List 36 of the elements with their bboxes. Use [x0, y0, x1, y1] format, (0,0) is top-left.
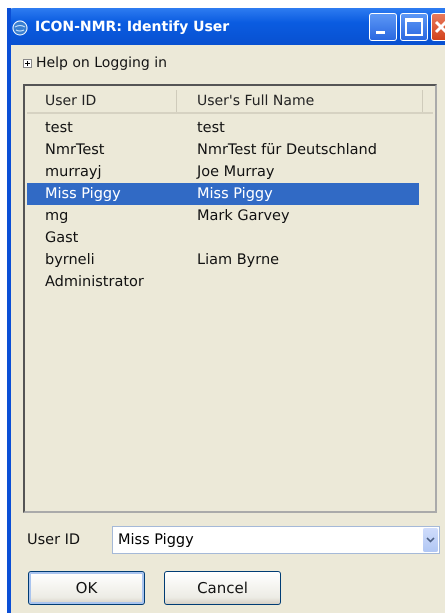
minimize-button[interactable]	[369, 12, 397, 40]
full-name-cell-text: NmrTest für Deutschland	[196, 142, 377, 158]
user-id-cell-text: byrneli	[44, 252, 96, 268]
user-row[interactable]: Miss Piggy Miss Piggy	[27, 183, 419, 205]
user-id-cell-text: mg	[44, 208, 70, 224]
expand-icon[interactable]	[23, 58, 32, 68]
user-id-cell-text: test	[44, 120, 74, 136]
user-id-cell-text: NmrTest	[44, 142, 106, 158]
user-id-cell-text: Miss Piggy	[44, 186, 122, 202]
full-name-cell-text: test	[196, 120, 225, 136]
column-header[interactable]: User's Full Name	[177, 90, 423, 112]
full-name-cell-text: Joe Murray	[195, 164, 275, 180]
globe-icon	[11, 18, 29, 36]
user-row[interactable]: Administrator	[27, 271, 419, 293]
close-button[interactable]	[431, 12, 445, 40]
cancel-button[interactable]: Cancel	[164, 571, 281, 605]
user-id-cell-text: Administrator	[44, 274, 145, 290]
maximize-button[interactable]	[400, 12, 428, 40]
full-name-cell-text: Mark Garvey	[196, 208, 290, 224]
full-name-cell-text: Miss Piggy	[196, 186, 273, 202]
user-id-label: User ID	[26, 532, 82, 548]
user-row[interactable]: byrneli Liam Byrne	[27, 249, 419, 271]
user-row[interactable]: Gast	[27, 227, 419, 249]
user-id-cell-text: Gast	[44, 230, 80, 246]
user-id-combo[interactable]: Miss Piggy	[112, 526, 440, 554]
user-id-cell-text: murrayj	[44, 164, 102, 180]
user-row[interactable]: test test	[27, 117, 419, 139]
column-header[interactable]: User ID	[27, 90, 177, 112]
user-row[interactable]: murrayj Joe Murray	[27, 161, 419, 183]
user-row[interactable]: mg Mark Garvey	[27, 205, 419, 227]
ok-button[interactable]: OK	[28, 571, 145, 605]
help-link[interactable]: Help on Logging in	[36, 55, 168, 71]
user-row[interactable]: NmrTest NmrTest für Deutschland	[27, 139, 419, 161]
full-name-cell-text: Liam Byrne	[196, 252, 280, 268]
window-title: ICON-NMR: Identify User	[35, 18, 230, 34]
close-icon	[434, 20, 445, 34]
